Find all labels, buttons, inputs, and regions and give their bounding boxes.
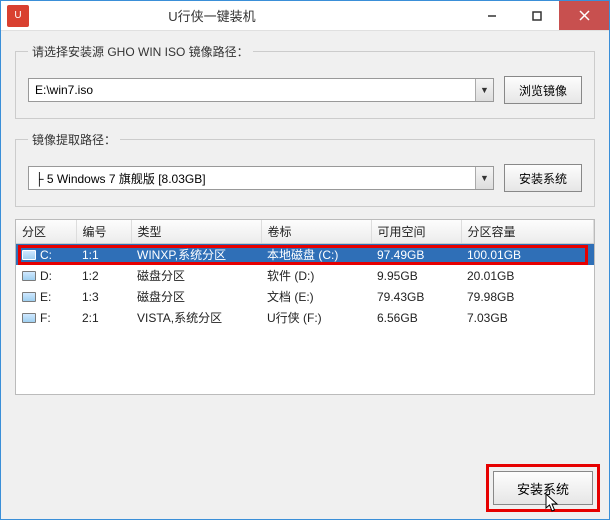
cell-num: 1:2 bbox=[76, 265, 131, 286]
cell-vol: 本地磁盘 (C:) bbox=[261, 244, 371, 266]
cell-vol: U行侠 (F:) bbox=[261, 307, 371, 328]
cell-part: C: bbox=[16, 244, 76, 266]
dropdown-arrow-icon[interactable]: ▼ bbox=[475, 167, 493, 189]
dropdown-arrow-icon[interactable]: ▼ bbox=[475, 79, 493, 101]
col-header-partition[interactable]: 分区 bbox=[16, 220, 76, 244]
disk-icon bbox=[22, 271, 36, 281]
install-system-button-top[interactable]: 安装系统 bbox=[504, 164, 582, 192]
extract-group: 镜像提取路径： ▼ 安装系统 bbox=[15, 131, 595, 207]
app-window: U U行侠一键装机 请选择安装源 GHO WIN ISO 镜像路径： ▼ 浏览镜… bbox=[0, 0, 610, 520]
cell-type: 磁盘分区 bbox=[131, 286, 261, 307]
minimize-icon bbox=[487, 11, 497, 21]
cell-cap: 7.03GB bbox=[461, 307, 594, 328]
cell-cap: 79.98GB bbox=[461, 286, 594, 307]
source-legend: 请选择安装源 GHO WIN ISO 镜像路径： bbox=[28, 43, 253, 60]
maximize-icon bbox=[532, 11, 542, 21]
window-title: U行侠一键装机 bbox=[0, 6, 469, 25]
table-row[interactable]: D:1:2磁盘分区软件 (D:)9.95GB20.01GB bbox=[16, 265, 594, 286]
table-row[interactable]: E:1:3磁盘分区文档 (E:)79.43GB79.98GB bbox=[16, 286, 594, 307]
disk-icon bbox=[22, 313, 36, 323]
col-header-type[interactable]: 类型 bbox=[131, 220, 261, 244]
cell-num: 2:1 bbox=[76, 307, 131, 328]
footer: 安装系统 bbox=[493, 471, 593, 505]
disk-icon bbox=[22, 250, 36, 260]
source-input[interactable] bbox=[28, 78, 494, 102]
cell-cap: 20.01GB bbox=[461, 265, 594, 286]
cell-free: 97.49GB bbox=[371, 244, 461, 266]
close-button[interactable] bbox=[559, 1, 609, 30]
partition-table[interactable]: 分区 编号 类型 卷标 可用空间 分区容量 C:1:1WINXP,系统分区本地磁… bbox=[16, 220, 594, 328]
col-header-volume[interactable]: 卷标 bbox=[261, 220, 371, 244]
browse-image-button[interactable]: 浏览镜像 bbox=[504, 76, 582, 104]
cell-type: 磁盘分区 bbox=[131, 265, 261, 286]
table-row[interactable]: C:1:1WINXP,系统分区本地磁盘 (C:)97.49GB100.01GB bbox=[16, 244, 594, 266]
source-group: 请选择安装源 GHO WIN ISO 镜像路径： ▼ 浏览镜像 bbox=[15, 43, 595, 119]
maximize-button[interactable] bbox=[514, 1, 559, 30]
cell-vol: 软件 (D:) bbox=[261, 265, 371, 286]
extract-input[interactable] bbox=[28, 166, 494, 190]
cell-cap: 100.01GB bbox=[461, 244, 594, 266]
col-header-number[interactable]: 编号 bbox=[76, 220, 131, 244]
cell-num: 1:3 bbox=[76, 286, 131, 307]
cell-vol: 文档 (E:) bbox=[261, 286, 371, 307]
cell-free: 6.56GB bbox=[371, 307, 461, 328]
extract-legend: 镜像提取路径： bbox=[28, 131, 120, 148]
table-row[interactable]: F:2:1VISTA,系统分区U行侠 (F:)6.56GB7.03GB bbox=[16, 307, 594, 328]
table-header-row: 分区 编号 类型 卷标 可用空间 分区容量 bbox=[16, 220, 594, 244]
cell-num: 1:1 bbox=[76, 244, 131, 266]
cell-free: 9.95GB bbox=[371, 265, 461, 286]
cell-part: E: bbox=[16, 286, 76, 307]
install-system-button-main[interactable]: 安装系统 bbox=[493, 471, 593, 505]
cell-type: VISTA,系统分区 bbox=[131, 307, 261, 328]
cell-part: F: bbox=[16, 307, 76, 328]
col-header-free[interactable]: 可用空间 bbox=[371, 220, 461, 244]
cell-free: 79.43GB bbox=[371, 286, 461, 307]
cell-type: WINXP,系统分区 bbox=[131, 244, 261, 266]
source-combo[interactable]: ▼ bbox=[28, 78, 494, 102]
minimize-button[interactable] bbox=[469, 1, 514, 30]
partition-table-container: 分区 编号 类型 卷标 可用空间 分区容量 C:1:1WINXP,系统分区本地磁… bbox=[15, 219, 595, 395]
extract-combo[interactable]: ▼ bbox=[28, 166, 494, 190]
cell-part: D: bbox=[16, 265, 76, 286]
close-icon bbox=[579, 10, 590, 21]
disk-icon bbox=[22, 292, 36, 302]
title-bar: U U行侠一键装机 bbox=[1, 1, 609, 31]
col-header-capacity[interactable]: 分区容量 bbox=[461, 220, 594, 244]
